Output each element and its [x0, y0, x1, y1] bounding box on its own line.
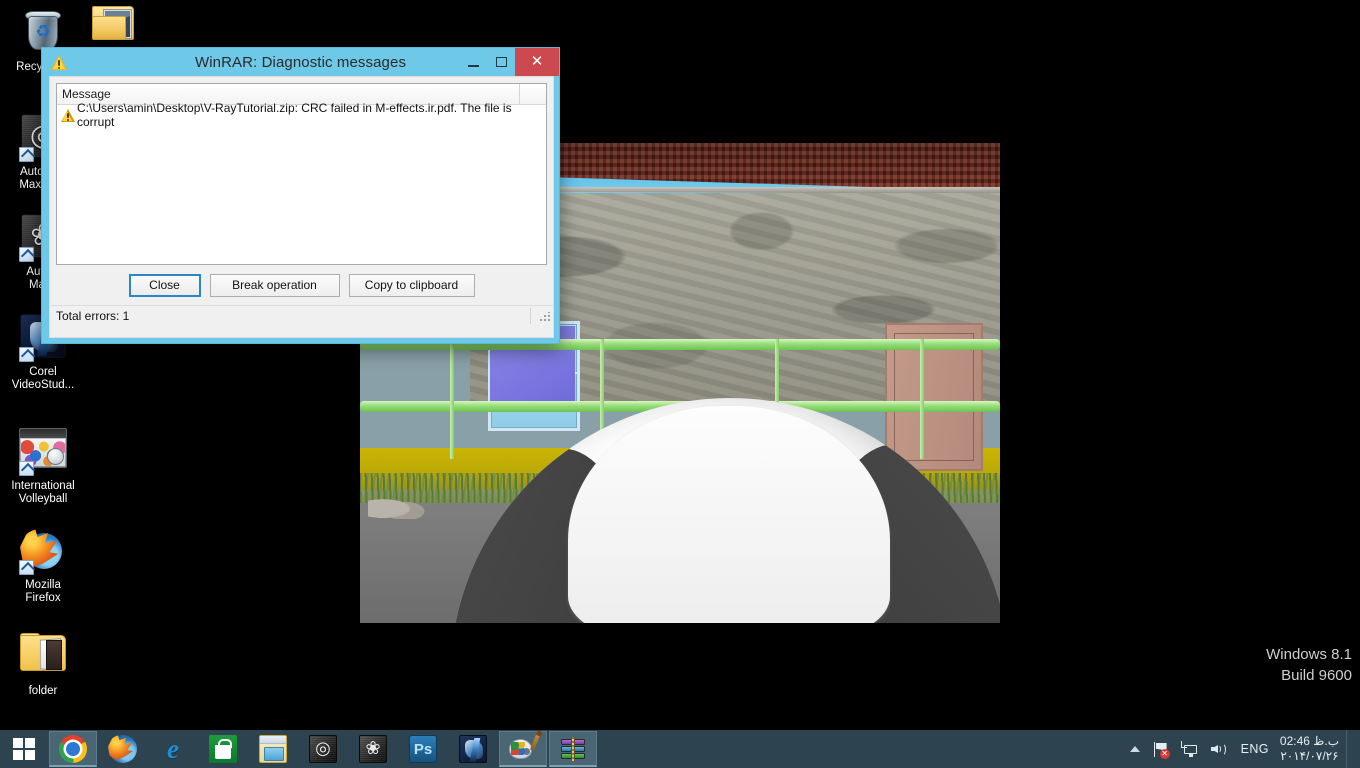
start-button[interactable]	[0, 730, 48, 768]
scene-rocks	[368, 493, 428, 519]
message-text: C:\Users\amin\Desktop\V-RayTutorial.zip:…	[77, 101, 512, 129]
taskbar-file-explorer[interactable]	[249, 731, 297, 767]
desktop-background[interactable]: ♻ Recycle ... ◎ A	[0, 0, 1360, 730]
action-center-button[interactable]: ✕	[1146, 730, 1175, 768]
winrar-icon	[559, 735, 587, 763]
photoshop-icon: Ps	[409, 735, 437, 763]
windows-logo-icon	[13, 738, 35, 760]
maya-icon: ❀	[359, 735, 387, 763]
taskbar-winrar[interactable]	[549, 731, 597, 767]
internet-explorer-icon: e	[167, 734, 179, 764]
taskbar: e ◎ ❀ Ps ✕ ENG 02:46 ب.ظ ۲۰۱۴/۰۷/۲۶	[0, 730, 1360, 768]
chevron-up-icon	[1129, 746, 1140, 752]
dialog-statusbar: Total errors: 1	[50, 305, 553, 326]
window-controls: ✕	[459, 48, 559, 76]
dialog-button-row: Close Break operation Copy to clipboard	[50, 265, 553, 305]
shortcut-arrow-icon	[19, 147, 34, 162]
close-icon: ✕	[530, 52, 544, 70]
3ds-max-icon: ◎	[309, 735, 337, 763]
file-explorer-icon	[259, 735, 287, 763]
taskbar-3ds-max[interactable]: ◎	[299, 731, 347, 767]
minimize-button[interactable]	[459, 48, 487, 76]
watermark-line-1: Windows 8.1	[1266, 646, 1352, 663]
warning-icon	[61, 108, 75, 122]
taskbar-photoshop[interactable]: Ps	[399, 731, 447, 767]
desktop-icon-label-line1: Corel	[29, 366, 57, 378]
dialog-body: Message C:\Users\amin\Desktop\V-RayTutor…	[49, 76, 554, 338]
chrome-icon	[59, 734, 87, 763]
taskbar-paint[interactable]	[499, 731, 547, 767]
show-hidden-icons-button[interactable]	[1124, 730, 1146, 768]
taskbar-corel-videostudio[interactable]	[449, 731, 497, 767]
system-tray: ✕ ENG 02:46 ب.ظ ۲۰۱۴/۰۷/۲۶	[1124, 730, 1360, 768]
store-icon	[209, 735, 237, 763]
break-operation-button[interactable]: Break operation	[209, 273, 340, 297]
firefox-icon	[19, 527, 67, 575]
taskbar-google-chrome[interactable]	[49, 731, 97, 767]
clock-time: 02:46 ب.ظ	[1279, 734, 1339, 748]
show-desktop-button[interactable]	[1346, 730, 1354, 768]
clock[interactable]: 02:46 ب.ظ ۲۰۱۴/۰۷/۲۶	[1277, 730, 1346, 768]
shortcut-arrow-icon	[19, 560, 34, 575]
desktop-icon-folder[interactable]: folder	[0, 628, 86, 698]
shortcut-arrow-icon	[19, 347, 34, 362]
flag-icon: ✕	[1152, 741, 1170, 759]
scene-railing-post	[920, 339, 924, 459]
desktop-icon-international-volleyball[interactable]: International Volleyball	[0, 424, 86, 506]
resize-grip[interactable]	[539, 312, 550, 323]
firefox-icon	[109, 735, 137, 763]
volume-icon	[1210, 741, 1227, 757]
network-icon	[1180, 741, 1198, 757]
shortcut-arrow-icon	[19, 247, 34, 262]
picture-folder-icon	[91, 3, 139, 51]
desktop-icon-label-line2: VideoStud...	[11, 379, 75, 391]
messages-list[interactable]: Message C:\Users\amin\Desktop\V-RayTutor…	[56, 83, 547, 265]
desktop-icon-label-line2: Firefox	[25, 592, 61, 604]
taskbar-internet-explorer[interactable]: e	[149, 731, 197, 767]
international-volleyball-icon	[19, 428, 67, 476]
network-button[interactable]	[1175, 730, 1204, 768]
close-window-button[interactable]: ✕	[515, 48, 559, 76]
language-indicator[interactable]: ENG	[1233, 730, 1277, 768]
desktop-icon-label-line1: folder	[28, 685, 58, 697]
close-button[interactable]: Close	[128, 273, 201, 297]
volume-button[interactable]	[1204, 730, 1233, 768]
warning-icon	[51, 55, 67, 70]
desktop-icon-label-line1: Mozilla	[25, 579, 61, 591]
desktop-icon-label-line1: International	[11, 480, 75, 492]
scene-railing-post	[450, 339, 454, 459]
taskbar-maya[interactable]: ❀	[349, 731, 397, 767]
table-row[interactable]: C:\Users\amin\Desktop\V-RayTutorial.zip:…	[57, 101, 546, 129]
taskbar-app-list: e ◎ ❀ Ps	[48, 730, 598, 768]
dialog-titlebar[interactable]: WinRAR: Diagnostic messages ✕	[42, 48, 559, 76]
windows-activation-watermark: Windows 8.1 Build 9600	[1266, 644, 1352, 686]
desktop-icon-mozilla-firefox[interactable]: Mozilla Firefox	[0, 526, 86, 605]
paint-icon	[509, 733, 541, 763]
screen: ♻ Recycle ... ◎ A	[0, 0, 1360, 768]
watermark-line-2: Build 9600	[1281, 667, 1352, 684]
taskbar-store[interactable]	[199, 731, 247, 767]
corel-videostudio-icon	[459, 735, 487, 763]
maximize-button[interactable]	[487, 48, 515, 76]
winrar-diagnostic-messages-dialog[interactable]: WinRAR: Diagnostic messages ✕ Message C:…	[41, 47, 560, 344]
taskbar-mozilla-firefox[interactable]	[99, 731, 147, 767]
shortcut-arrow-icon	[19, 461, 34, 476]
copy-to-clipboard-button[interactable]: Copy to clipboard	[348, 273, 475, 297]
folder-icon	[19, 633, 67, 681]
clock-date: ۲۰۱۴/۰۷/۲۶	[1280, 749, 1339, 763]
total-errors-text: Total errors: 1	[56, 309, 130, 323]
desktop-icon-label-line2: Volleyball	[18, 493, 68, 505]
